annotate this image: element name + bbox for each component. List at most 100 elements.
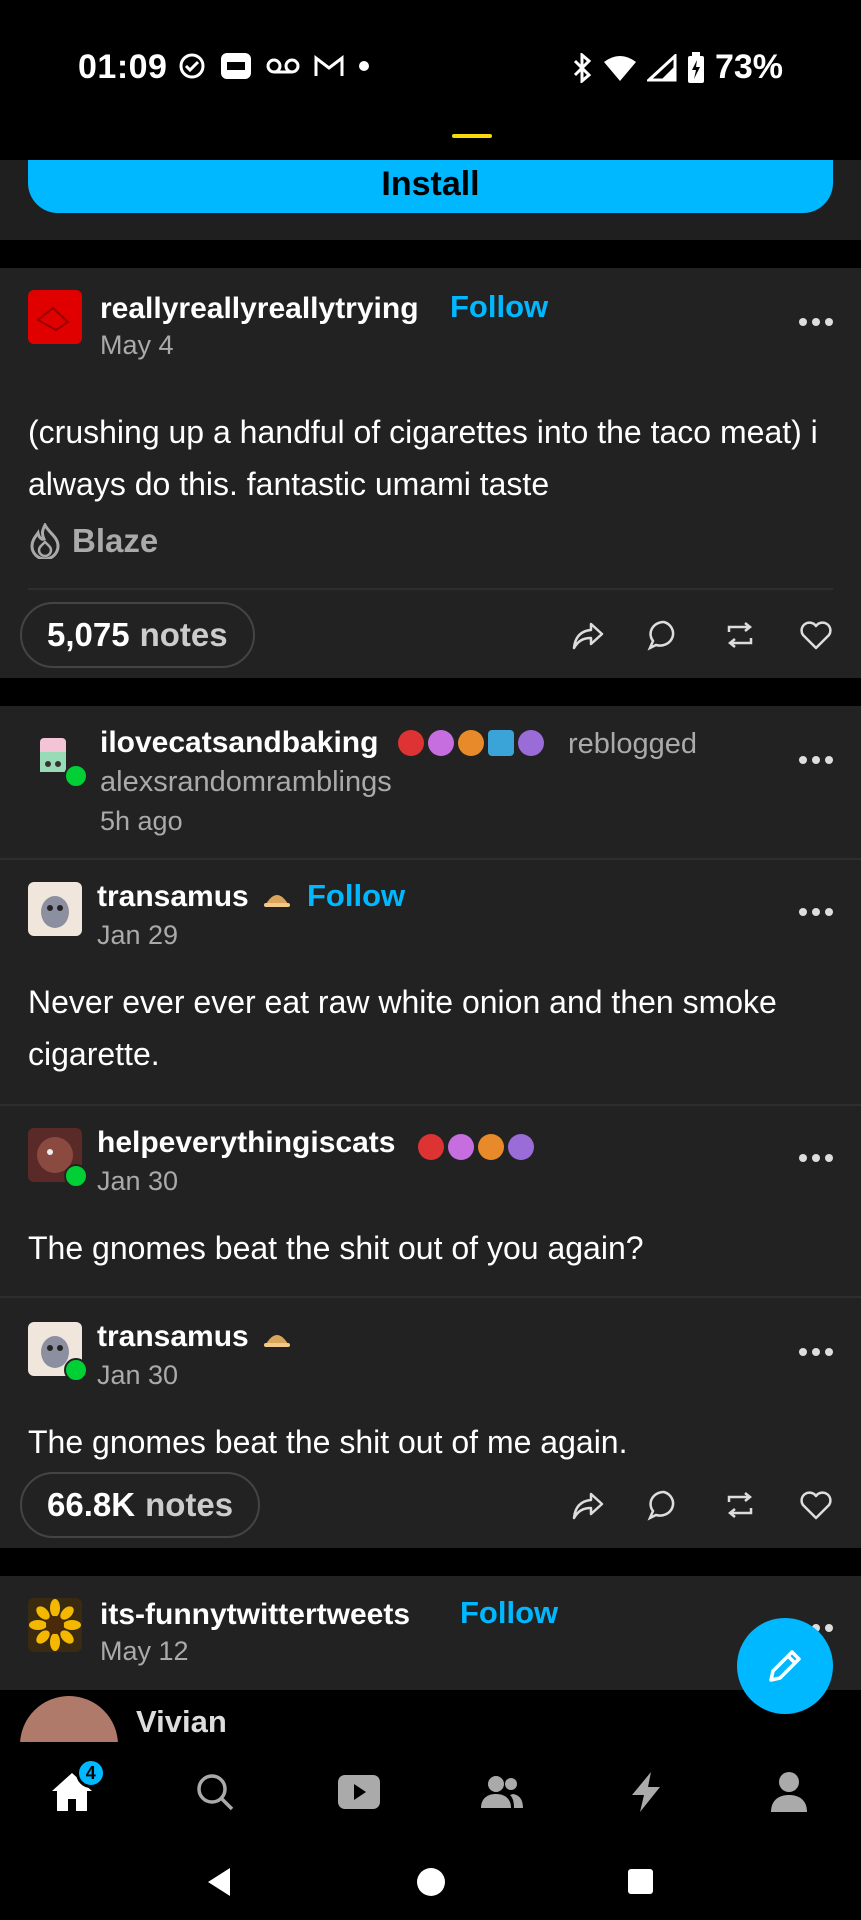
account-icon	[771, 1772, 808, 1812]
badge-icon	[488, 730, 514, 756]
follow-button[interactable]: Follow	[450, 289, 548, 325]
badge-icon	[518, 730, 544, 756]
badge-icon	[418, 1134, 444, 1160]
bluetooth-icon	[573, 52, 592, 83]
more-options-icon[interactable]	[799, 318, 833, 328]
app-icon	[221, 53, 251, 79]
reply-icon[interactable]	[647, 618, 681, 652]
sponsored-card: Install	[0, 160, 861, 240]
flame-icon	[30, 523, 60, 559]
post-actions	[571, 1488, 833, 1522]
home-circle-icon[interactable]	[416, 1867, 446, 1897]
voicemail-icon	[266, 58, 300, 74]
more-options-icon[interactable]	[799, 908, 833, 918]
more-options-icon[interactable]	[799, 1348, 833, 1358]
avatar[interactable]	[28, 882, 82, 936]
post-peek: Vivian	[0, 1690, 861, 1742]
share-icon[interactable]	[571, 618, 605, 652]
thread-date: Jan 30	[97, 1360, 179, 1390]
video-icon	[337, 1775, 380, 1809]
wifi-icon	[603, 55, 636, 81]
notification-badge: 4	[75, 1758, 106, 1788]
blaze-label: Blaze	[72, 522, 159, 559]
post-time-ago: 5h ago	[100, 806, 183, 836]
gmail-icon	[314, 54, 344, 76]
reblog-source[interactable]: alexsrandomramblings	[100, 766, 392, 799]
reblog-badge-icon	[64, 1164, 88, 1188]
thread-text: Never ever ever eat raw white onion and …	[28, 984, 777, 1072]
activity-icon	[631, 1772, 660, 1812]
peek-name: Vivian	[136, 1704, 227, 1739]
signal-icon	[646, 53, 677, 81]
system-nav	[0, 1842, 861, 1920]
badge-icon	[508, 1134, 534, 1160]
avatar[interactable]	[28, 290, 82, 344]
reblog-badge-icon	[64, 764, 88, 788]
badge-icon	[478, 1134, 504, 1160]
post-card: its-funnytwittertweets Follow May 12	[0, 1576, 861, 1690]
search-icon	[197, 1774, 234, 1811]
user-badges	[418, 1134, 534, 1160]
hat-icon	[264, 1335, 290, 1347]
thread-username[interactable]: helpeverythingiscats	[97, 1126, 395, 1160]
back-icon[interactable]	[204, 1866, 234, 1898]
avatar[interactable]	[20, 1696, 118, 1742]
share-icon[interactable]	[571, 1488, 605, 1522]
recents-icon[interactable]	[627, 1868, 654, 1895]
follow-button[interactable]: Follow	[307, 878, 405, 914]
thread-username[interactable]: transamus	[97, 1320, 249, 1354]
notes-label: notes	[145, 1486, 234, 1523]
notes-button[interactable]: 5,075 notes	[20, 602, 255, 668]
compose-button[interactable]	[737, 1618, 833, 1714]
badge-icon	[448, 1134, 474, 1160]
notes-label: notes	[139, 616, 228, 653]
reblog-icon[interactable]	[723, 618, 757, 652]
thread-username[interactable]: transamus	[97, 880, 249, 914]
nav-activity[interactable]	[616, 1762, 676, 1822]
dot-icon	[359, 61, 369, 71]
post-username[interactable]: its-funnytwittertweets	[100, 1598, 410, 1632]
blaze-button[interactable]: Blaze	[28, 522, 158, 560]
reblog-badge-icon	[64, 1358, 88, 1382]
status-bar: 01:09 73%	[0, 0, 861, 135]
reply-icon[interactable]	[647, 1488, 681, 1522]
thread-text: The gnomes beat the shit out of me again…	[28, 1424, 628, 1460]
reblogger-username[interactable]: ilovecatsandbaking	[100, 726, 378, 760]
nav-community[interactable]	[472, 1762, 532, 1822]
like-icon[interactable]	[799, 618, 833, 652]
nav-home[interactable]: 4	[42, 1758, 106, 1822]
badge-icon	[458, 730, 484, 756]
more-options-icon[interactable]	[799, 756, 833, 766]
follow-button[interactable]: Follow	[460, 1595, 558, 1631]
notes-count: 66.8K	[47, 1486, 136, 1523]
thread-date: Jan 30	[97, 1166, 179, 1196]
post-date: May 12	[100, 1636, 189, 1666]
status-time: 01:09	[78, 48, 168, 86]
post-username[interactable]: reallyreallyreallytrying	[100, 292, 419, 326]
more-options-icon[interactable]	[799, 1154, 833, 1164]
like-icon[interactable]	[799, 1488, 833, 1522]
reblog-icon[interactable]	[723, 1488, 757, 1522]
avatar[interactable]	[28, 1598, 82, 1652]
reblogged-label: reblogged	[568, 728, 697, 760]
badge-icon	[398, 730, 424, 756]
notes-button[interactable]: 66.8K notes	[20, 1472, 261, 1538]
nav-video[interactable]	[329, 1762, 389, 1822]
post-date: May 4	[100, 330, 174, 360]
nav-search[interactable]	[185, 1762, 245, 1822]
nav-account[interactable]	[759, 1762, 819, 1822]
hat-icon	[264, 895, 290, 907]
bottom-nav: 4	[0, 1742, 861, 1842]
pencil-icon	[769, 1650, 801, 1682]
post-card: reallyreallyreallytrying Follow May 4 (c…	[0, 268, 861, 678]
thread-text: The gnomes beat the shit out of you agai…	[28, 1230, 644, 1266]
post-text: (crushing up a handful of cigarettes int…	[28, 414, 818, 502]
battery-icon	[687, 51, 704, 83]
install-button[interactable]: Install	[28, 160, 833, 213]
notes-count: 5,075	[47, 616, 130, 653]
battery-percent: 73%	[714, 48, 783, 86]
post-actions	[571, 618, 833, 652]
badge-icon	[428, 730, 454, 756]
check-circle-icon	[179, 53, 205, 79]
community-icon	[481, 1776, 524, 1808]
